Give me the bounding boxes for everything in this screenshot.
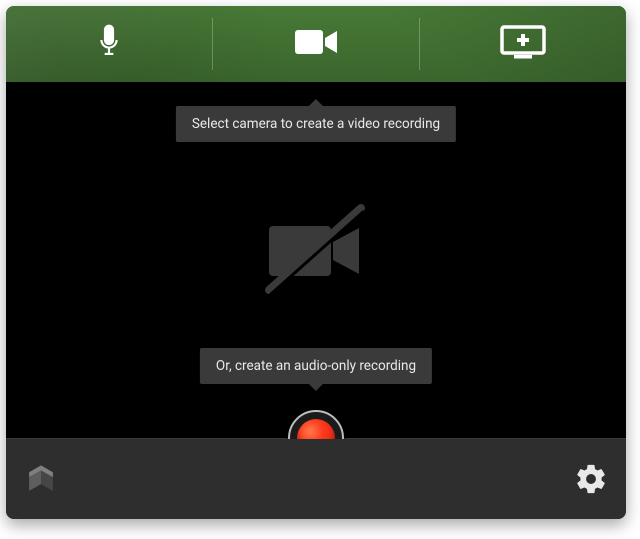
settings-button[interactable] xyxy=(574,462,608,496)
no-camera-icon xyxy=(251,196,381,310)
add-screen-icon xyxy=(499,24,547,64)
app-logo-icon[interactable] xyxy=(24,462,58,496)
tab-screen[interactable] xyxy=(420,6,626,82)
tab-camera[interactable] xyxy=(213,6,419,82)
preview-stage: Select camera to create a video recordin… xyxy=(6,82,626,439)
recorder-window: Select camera to create a video recordin… xyxy=(6,6,626,519)
select-camera-tooltip: Select camera to create a video recordin… xyxy=(176,106,456,142)
footer-bar xyxy=(6,439,626,519)
tab-microphone[interactable] xyxy=(6,6,212,82)
mode-toolbar xyxy=(6,6,626,82)
video-camera-icon xyxy=(293,27,339,61)
audio-only-tooltip: Or, create an audio-only recording xyxy=(200,348,432,384)
microphone-icon xyxy=(96,23,122,65)
